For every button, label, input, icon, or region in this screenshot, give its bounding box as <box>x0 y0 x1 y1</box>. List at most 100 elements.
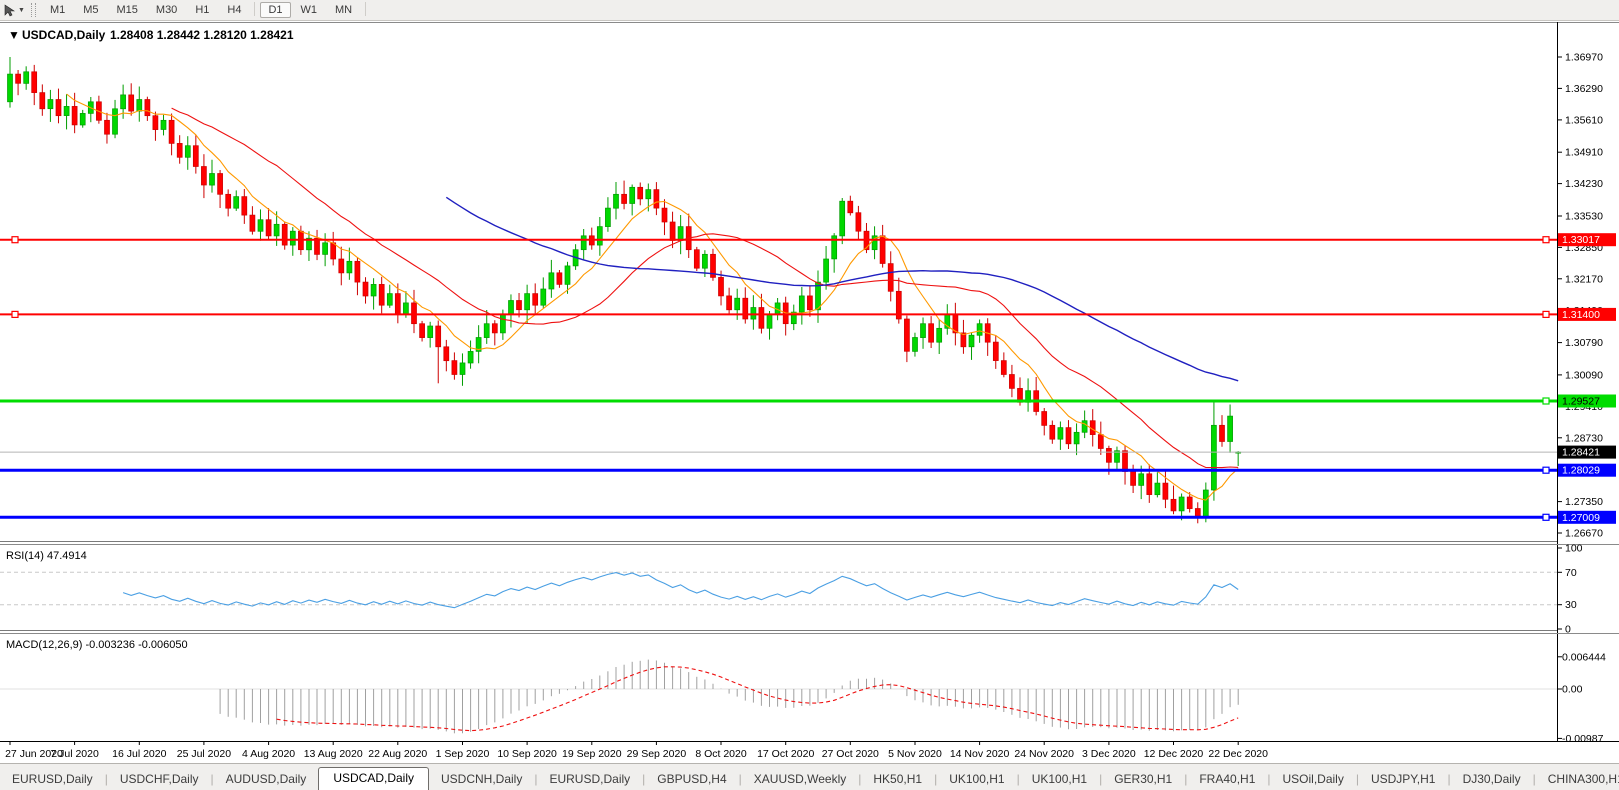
svg-text:1.31400: 1.31400 <box>1562 309 1600 321</box>
chart-tab-uk100-h1[interactable]: UK100,H1 <box>937 769 1016 790</box>
line-drag-handle[interactable] <box>1542 310 1550 318</box>
chart-menu-caret-icon[interactable]: ▼ <box>8 28 20 42</box>
chart-tab-uk100-h1[interactable]: UK100,H1 <box>1020 769 1099 790</box>
price-level-line-1.27009[interactable] <box>0 513 1557 521</box>
timeframe-button-m5[interactable]: M5 <box>75 2 106 18</box>
timeframe-button-d1[interactable]: D1 <box>260 2 291 18</box>
line-drag-handle[interactable] <box>11 236 19 244</box>
chart-tab-fra40-h1[interactable]: FRA40,H1 <box>1187 769 1267 790</box>
date-axis-tick: 19 Sep 2020 <box>562 748 622 760</box>
line-drag-handle[interactable] <box>1542 397 1550 405</box>
chart-tab-usdchf-daily[interactable]: USDCHF,Daily <box>108 769 211 790</box>
chart-tab-usdjpy-h1[interactable]: USDJPY,H1 <box>1359 769 1447 790</box>
moving-average-mid <box>171 107 1239 469</box>
rsi-label: RSI(14) 47.4914 <box>6 550 87 562</box>
macd-axis-tick: 0.006444 <box>1562 651 1606 663</box>
svg-text:1.27009: 1.27009 <box>1562 512 1600 524</box>
cursor-tool-icon[interactable]: ▼ <box>0 3 29 17</box>
price-level-line-1.33017[interactable] <box>0 236 1557 244</box>
date-axis-tick: 14 Nov 2020 <box>950 748 1010 760</box>
price-axis-tick: 1.30090 <box>1565 369 1603 381</box>
chart-tab-hk50-h1[interactable]: HK50,H1 <box>861 769 934 790</box>
rsi-axis-tick: 30 <box>1565 599 1577 611</box>
timeframe-button-m30[interactable]: M30 <box>148 2 185 18</box>
chart-tab-bar: EURUSD,Daily | USDCHF,Daily | AUDUSD,Daily US… <box>0 763 1619 790</box>
chart-title-ohlc: 1.28408 1.28442 1.28120 1.28421 <box>110 28 294 42</box>
svg-text:1.28029: 1.28029 <box>1562 465 1600 477</box>
macd-axis-tick: 0.00 <box>1562 684 1583 696</box>
chart-tab-ger30-h1[interactable]: GER30,H1 <box>1102 769 1184 790</box>
line-drag-handle[interactable] <box>1542 236 1550 244</box>
macd-indicator-panel[interactable]: 0.006444 0.00 -0.00987 <box>0 651 1606 745</box>
svg-text:1.28421: 1.28421 <box>1562 447 1600 459</box>
cursor-tool-caret-icon[interactable]: ▼ <box>18 7 25 14</box>
main-price-panel[interactable] <box>0 57 1557 524</box>
timeframe-button-h4[interactable]: H4 <box>219 2 249 18</box>
price-axis-tick: 1.30790 <box>1565 337 1603 349</box>
line-drag-handle[interactable] <box>1542 513 1550 521</box>
date-axis-tick: 24 Nov 2020 <box>1014 748 1074 760</box>
rsi-axis-tick: 70 <box>1565 567 1577 579</box>
current-price-badge: 1.28421 <box>1558 445 1616 459</box>
rsi-indicator-panel[interactable]: 100 70 30 0 <box>0 543 1583 636</box>
date-axis-tick: 17 Oct 2020 <box>757 748 814 760</box>
price-axis-tick: 1.36970 <box>1565 52 1603 64</box>
line-drag-handle[interactable] <box>11 310 19 318</box>
date-axis-tick: 5 Nov 2020 <box>888 748 942 760</box>
date-axis-tick: 22 Aug 2020 <box>368 748 427 760</box>
toolbar-grip-handle[interactable] <box>30 3 36 17</box>
chart-tab-audusd-daily[interactable]: AUDUSD,Daily <box>214 769 319 790</box>
date-axis-tick: 27 Oct 2020 <box>822 748 879 760</box>
chart-tab-eurusd-daily[interactable]: EURUSD,Daily <box>0 769 105 790</box>
macd-label: MACD(12,26,9) -0.003236 -0.006050 <box>6 639 188 651</box>
date-axis-tick: 29 Sep 2020 <box>627 748 687 760</box>
timeframe-button-m1[interactable]: M1 <box>42 2 73 18</box>
macd-axis-tick: -0.00987 <box>1562 733 1604 745</box>
price-axis-tick: 1.36290 <box>1565 83 1603 95</box>
top-toolbar: ▼ M1 M5 M15 M30 H1 H4 D1 W1 MN <box>0 0 1619 21</box>
price-level-line-1.29527[interactable] <box>0 397 1557 405</box>
rsi-axis-tick: 0 <box>1565 624 1571 636</box>
price-axis-tick: 1.34910 <box>1565 147 1603 159</box>
date-axis-tick: 12 Dec 2020 <box>1144 748 1204 760</box>
price-level-badge: 1.29527 <box>1558 394 1616 408</box>
chart-title-symbol: USDCAD,Daily <box>22 28 106 42</box>
chart-tab-china300-h1[interactable]: CHINA300,H1 <box>1536 769 1619 790</box>
price-axis-tick: 1.33530 <box>1565 211 1603 223</box>
date-axis-tick: 7 Jul 2020 <box>50 748 99 760</box>
timeframe-button-m15[interactable]: M15 <box>109 2 146 18</box>
svg-text:1.33017: 1.33017 <box>1562 234 1600 246</box>
mt4-window: { "toolbar": { "timeframes": ["M1","M5",… <box>0 0 1619 790</box>
price-level-line-1.28029[interactable] <box>0 466 1557 474</box>
time-axis: 27 Jun 20207 Jul 2020 16 Jul 2020 25 Jul 2… <box>5 742 1268 760</box>
chart-tab-dj30-daily[interactable]: DJ30,Daily <box>1451 769 1533 790</box>
date-axis-tick: 16 Jul 2020 <box>112 748 166 760</box>
date-axis-tick: 25 Jul 2020 <box>177 748 231 760</box>
date-axis-tick: 22 Dec 2020 <box>1208 748 1268 760</box>
rsi-axis-tick: 100 <box>1565 543 1583 555</box>
price-axis-tick: 1.35610 <box>1565 114 1603 126</box>
chart-tab-usdcnh-daily[interactable]: USDCNH,Daily <box>429 769 534 790</box>
chart-tab-usoil-daily[interactable]: USOil,Daily <box>1271 769 1356 790</box>
rsi-line <box>122 572 1239 609</box>
price-axis: 1.36970 1.36290 1.35610 1.34910 1.34230 1.335… <box>1557 52 1616 540</box>
macd-signal-line <box>276 666 1239 732</box>
price-axis-tick: 1.26670 <box>1565 528 1603 540</box>
timeframe-button-h1[interactable]: H1 <box>187 2 217 18</box>
chart-tab-xauusd-weekly[interactable]: XAUUSD,Weekly <box>742 769 858 790</box>
price-axis-tick: 1.27350 <box>1565 496 1603 508</box>
price-level-badge: 1.28029 <box>1558 463 1616 477</box>
price-level-badge: 1.27009 <box>1558 510 1616 524</box>
timeframe-button-w1[interactable]: W1 <box>293 2 326 18</box>
timeframe-button-mn[interactable]: MN <box>327 2 360 18</box>
date-axis-tick: 8 Oct 2020 <box>695 748 747 760</box>
chart-canvas[interactable]: 10070300 0.0064440.00-0.00987 1.369701.3… <box>0 20 1619 764</box>
timeframe-button-group: M1 M5 M15 M30 H1 H4 D1 W1 MN <box>41 2 370 18</box>
chart-tab-eurusd-daily[interactable]: EURUSD,Daily <box>537 769 642 790</box>
date-axis-tick: 10 Sep 2020 <box>497 748 557 760</box>
line-drag-handle[interactable] <box>1542 466 1550 474</box>
price-level-badge: 1.33017 <box>1558 233 1616 247</box>
chart-tab-gbpusd-h4[interactable]: GBPUSD,H4 <box>645 769 738 790</box>
price-axis-tick: 1.34230 <box>1565 178 1603 190</box>
chart-tab-usdcad-daily[interactable]: USDCAD,Daily <box>318 767 429 790</box>
